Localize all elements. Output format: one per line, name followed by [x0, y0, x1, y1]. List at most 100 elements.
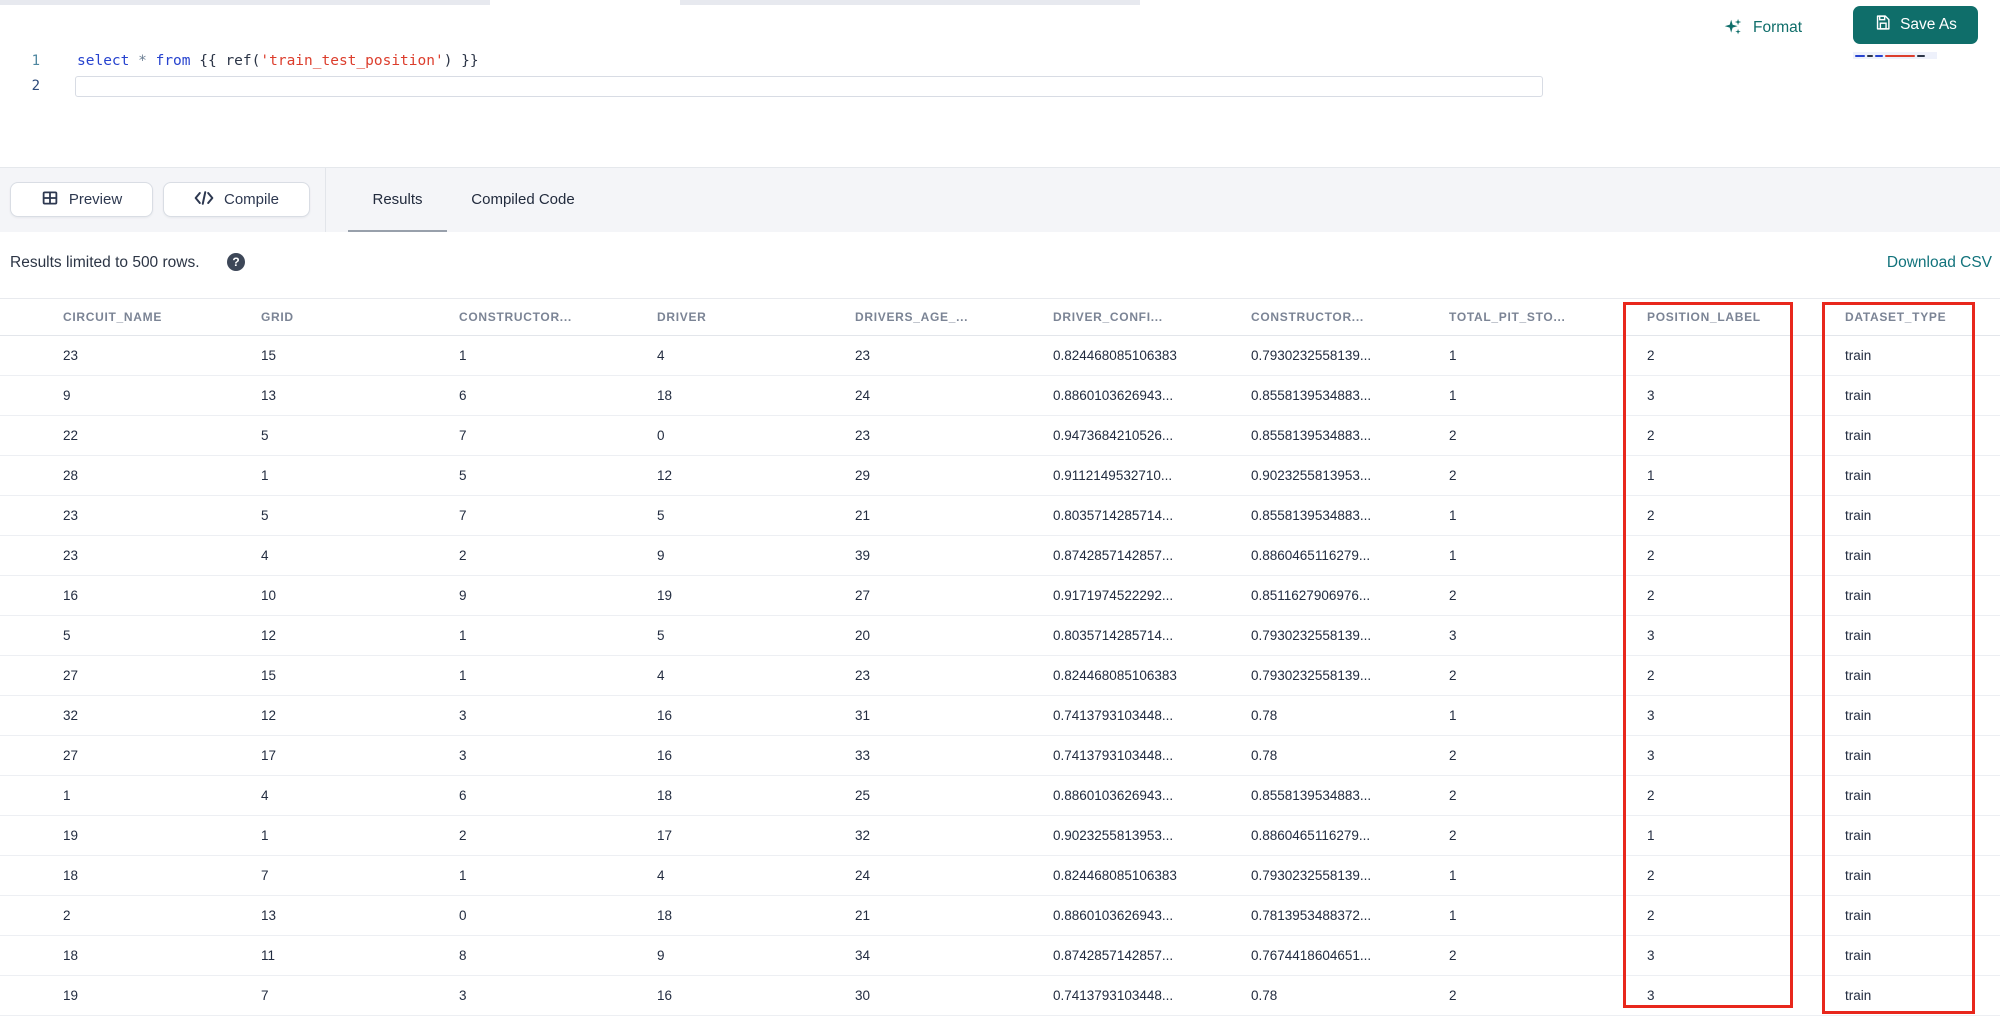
preview-button[interactable]: Preview: [10, 182, 153, 217]
table-cell: 2: [1647, 548, 1655, 563]
sql-star: *: [138, 53, 147, 69]
code-line-1[interactable]: 1 select * from {{ ref('train_test_posit…: [0, 51, 1560, 72]
table-cell: train: [1845, 508, 1872, 523]
table-cell: 0.7930232558139...: [1251, 668, 1372, 683]
table-cell: 0.7813953488372...: [1251, 908, 1372, 923]
table-cell: train: [1845, 748, 1872, 763]
sparkles-icon: [1722, 17, 1744, 39]
compile-button[interactable]: Compile: [163, 182, 310, 217]
table-row: 19 1 2 17 32 0.9023255813953... 0.886046511627…: [0, 816, 2000, 856]
sql-statement: select * from {{ ref('train_test_positio…: [77, 51, 479, 72]
table-cell: 0.7930232558139...: [1251, 348, 1372, 363]
table-cell: 0.8860103626943...: [1053, 908, 1174, 923]
tab-results[interactable]: Results: [348, 168, 447, 233]
format-button[interactable]: Format: [1722, 13, 1802, 43]
download-csv-link[interactable]: Download CSV: [1887, 254, 1992, 272]
editor-minimap[interactable]: [1853, 52, 1937, 59]
results-table: CIRCUIT_NAME GRID CONSTRUCTOR... DRIVER DRIV…: [0, 298, 2000, 1016]
column-header-position-label: POSITION_LABEL: [1647, 310, 1761, 324]
table-cell: 0.9473684210526...: [1053, 428, 1174, 443]
table-cell: 0.8742857142857...: [1053, 948, 1174, 963]
results-toolbar: Preview Compile Results Compiled Code: [0, 167, 2000, 233]
table-cell: train: [1845, 588, 1872, 603]
table-row: 23 5 7 5 21 0.8035714285714... 0.8558139534883…: [0, 496, 2000, 536]
table-cell: 2: [1647, 788, 1655, 803]
table-row: 28 1 5 12 29 0.9112149532710... 0.902325581395…: [0, 456, 2000, 496]
table-cell: 34: [855, 948, 871, 963]
table-cell: train: [1845, 548, 1872, 563]
table-cell: 3: [1647, 748, 1655, 763]
ref-string: 'train_test_position': [260, 53, 444, 69]
minimap-code-mark: [1875, 54, 1883, 57]
column-header-dataset-type: DATASET_TYPE: [1845, 310, 1947, 324]
help-icon[interactable]: ?: [227, 253, 245, 271]
table-cell: 0.78: [1251, 988, 1278, 1003]
line-number-2: 2: [31, 78, 40, 94]
table-cell: 12: [261, 708, 277, 723]
table-cell: 15: [261, 348, 277, 363]
table-cell: 18: [657, 908, 673, 923]
table-cell: 17: [261, 748, 277, 763]
table-cell: 18: [63, 868, 79, 883]
table-row: 2 13 0 18 21 0.8860103626943... 0.781395348837…: [0, 896, 2000, 936]
table-cell: 12: [657, 468, 673, 483]
column-header-drivers-age: DRIVERS_AGE_...: [855, 310, 969, 324]
preview-label: Preview: [68, 191, 123, 208]
table-cell: 27: [63, 748, 79, 763]
table-cell: 2: [1449, 948, 1457, 963]
table-cell: 3: [1647, 948, 1655, 963]
table-cell: 0.8035714285714...: [1053, 628, 1174, 643]
table-cell: 11: [261, 948, 276, 963]
table-cell: 1: [1449, 348, 1457, 363]
results-meta-row: Results limited to 500 rows. ? Download …: [0, 232, 2000, 298]
table-cell: train: [1845, 628, 1872, 643]
table-cell: train: [1845, 388, 1872, 403]
table-cell: 0.8558139534883...: [1251, 508, 1372, 523]
table-row: 18 7 1 4 24 0.824468085106383 0.7930232558139.…: [0, 856, 2000, 896]
sql-editor[interactable]: Format Save As 1 select * from {{ ref('t…: [0, 5, 2000, 167]
table-cell: 2: [1449, 748, 1457, 763]
save-as-button[interactable]: Save As: [1853, 6, 1978, 44]
table-cell: 1: [1647, 828, 1655, 843]
tab-compiled-code[interactable]: Compiled Code: [452, 168, 594, 233]
table-cell: 1: [261, 828, 269, 843]
table-cell: 0.8860103626943...: [1053, 388, 1174, 403]
table-cell: 28: [63, 468, 79, 483]
table-cell: 9: [459, 588, 467, 603]
table-cell: 5: [657, 508, 665, 523]
code-line-2[interactable]: 2: [0, 76, 1560, 97]
table-row: 23 15 1 4 23 0.824468085106383 0.7930232558139…: [0, 336, 2000, 376]
table-cell: 4: [261, 788, 269, 803]
table-cell: train: [1845, 468, 1872, 483]
table-cell: 1: [459, 668, 467, 683]
table-cell: train: [1845, 788, 1872, 803]
table-cell: 23: [63, 548, 79, 563]
table-cell: 2: [1449, 988, 1457, 1003]
table-row: 27 15 1 4 23 0.824468085106383 0.7930232558139…: [0, 656, 2000, 696]
table-cell: 0.7413793103448...: [1053, 748, 1174, 763]
table-cell: 23: [855, 348, 871, 363]
table-cell: 0.78: [1251, 708, 1278, 723]
table-cell: 15: [261, 668, 277, 683]
table-row: 16 10 9 19 27 0.9171974522292... 0.85116279069…: [0, 576, 2000, 616]
table-cell: 32: [855, 828, 871, 843]
table-cell: 2: [1647, 668, 1655, 683]
table-cell: 16: [657, 708, 673, 723]
table-cell: 0.9023255813953...: [1053, 828, 1174, 843]
table-cell: 2: [1647, 508, 1655, 523]
table-cell: 5: [261, 428, 269, 443]
table-cell: 0.8558139534883...: [1251, 428, 1372, 443]
ref-function: ref(: [225, 53, 261, 69]
table-row: 22 5 7 0 23 0.9473684210526... 0.8558139534883…: [0, 416, 2000, 456]
minimap-code-mark: [1867, 54, 1873, 57]
table-cell: 2: [1449, 828, 1457, 843]
table-cell: 2: [1647, 348, 1655, 363]
table-cell: 21: [855, 908, 871, 923]
table-cell: 1: [1647, 468, 1655, 483]
row-limit-text: Results limited to 500 rows.: [10, 254, 200, 271]
tab-compiled-code-label: Compiled Code: [471, 191, 575, 208]
table-cell: 19: [63, 988, 79, 1003]
table-cell: 2: [459, 548, 467, 563]
table-cell: 0.8558139534883...: [1251, 788, 1372, 803]
table-cell: 1: [1449, 908, 1457, 923]
